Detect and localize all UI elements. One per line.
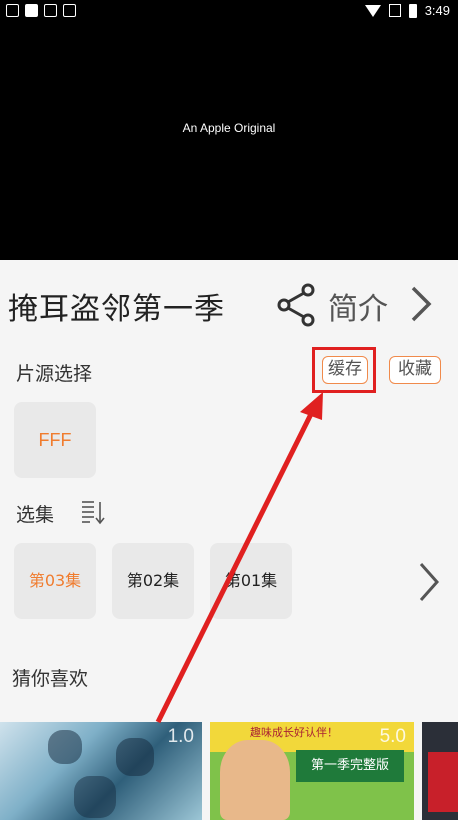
cache-button[interactable]: 缓存 [322,356,368,384]
episode-item[interactable]: 第03集 [14,543,96,619]
intro-link[interactable]: 简介 [328,284,388,328]
wifi-icon [364,4,381,17]
recommend-poster[interactable]: 趣味成长好认伴！ 第一季完整版 5.0 [210,722,414,820]
share-icon[interactable] [275,282,319,328]
sim-icon [388,4,401,17]
battery-icon [408,3,417,18]
favorite-button[interactable]: 收藏 [389,356,441,384]
clock: 3:49 [424,3,450,18]
episode-item[interactable]: 第01集 [210,543,292,619]
episodes-label: 选集 [16,504,55,526]
recommend-poster[interactable] [422,722,458,820]
source-option[interactable]: FFF [14,402,96,478]
source-label: 片源选择 [16,363,93,385]
poster-banner: 第一季完整版 [296,750,404,782]
app-icon [44,4,57,17]
poster-score: 5.0 [379,726,406,747]
notification-icon [6,4,19,17]
episode-item[interactable]: 第02集 [112,543,194,619]
episodes-next-icon[interactable] [415,560,443,604]
recommend-poster[interactable]: 1.0 [0,722,202,820]
poster-artwork [100,762,110,772]
video-player[interactable]: An Apple Original [0,24,458,260]
show-title: 掩耳盗邻第一季 [8,292,225,327]
sort-icon[interactable] [80,498,108,526]
video-caption: An Apple Original [182,121,276,135]
recommend-label: 猜你喜欢 [12,668,89,690]
status-bar: 3:49 [0,0,458,24]
poster-score: 1.0 [167,726,194,747]
poster-character [220,740,290,820]
poster-artwork [428,752,458,812]
source-row: 片源选择 缓存 收藏 [0,347,458,398]
add-icon [25,4,38,17]
title-row: 掩耳盗邻第一季 简介 [0,260,458,348]
poster-tagline: 趣味成长好认伴！ [250,726,338,739]
qr-icon [63,4,76,17]
chevron-right-icon[interactable] [405,284,435,324]
